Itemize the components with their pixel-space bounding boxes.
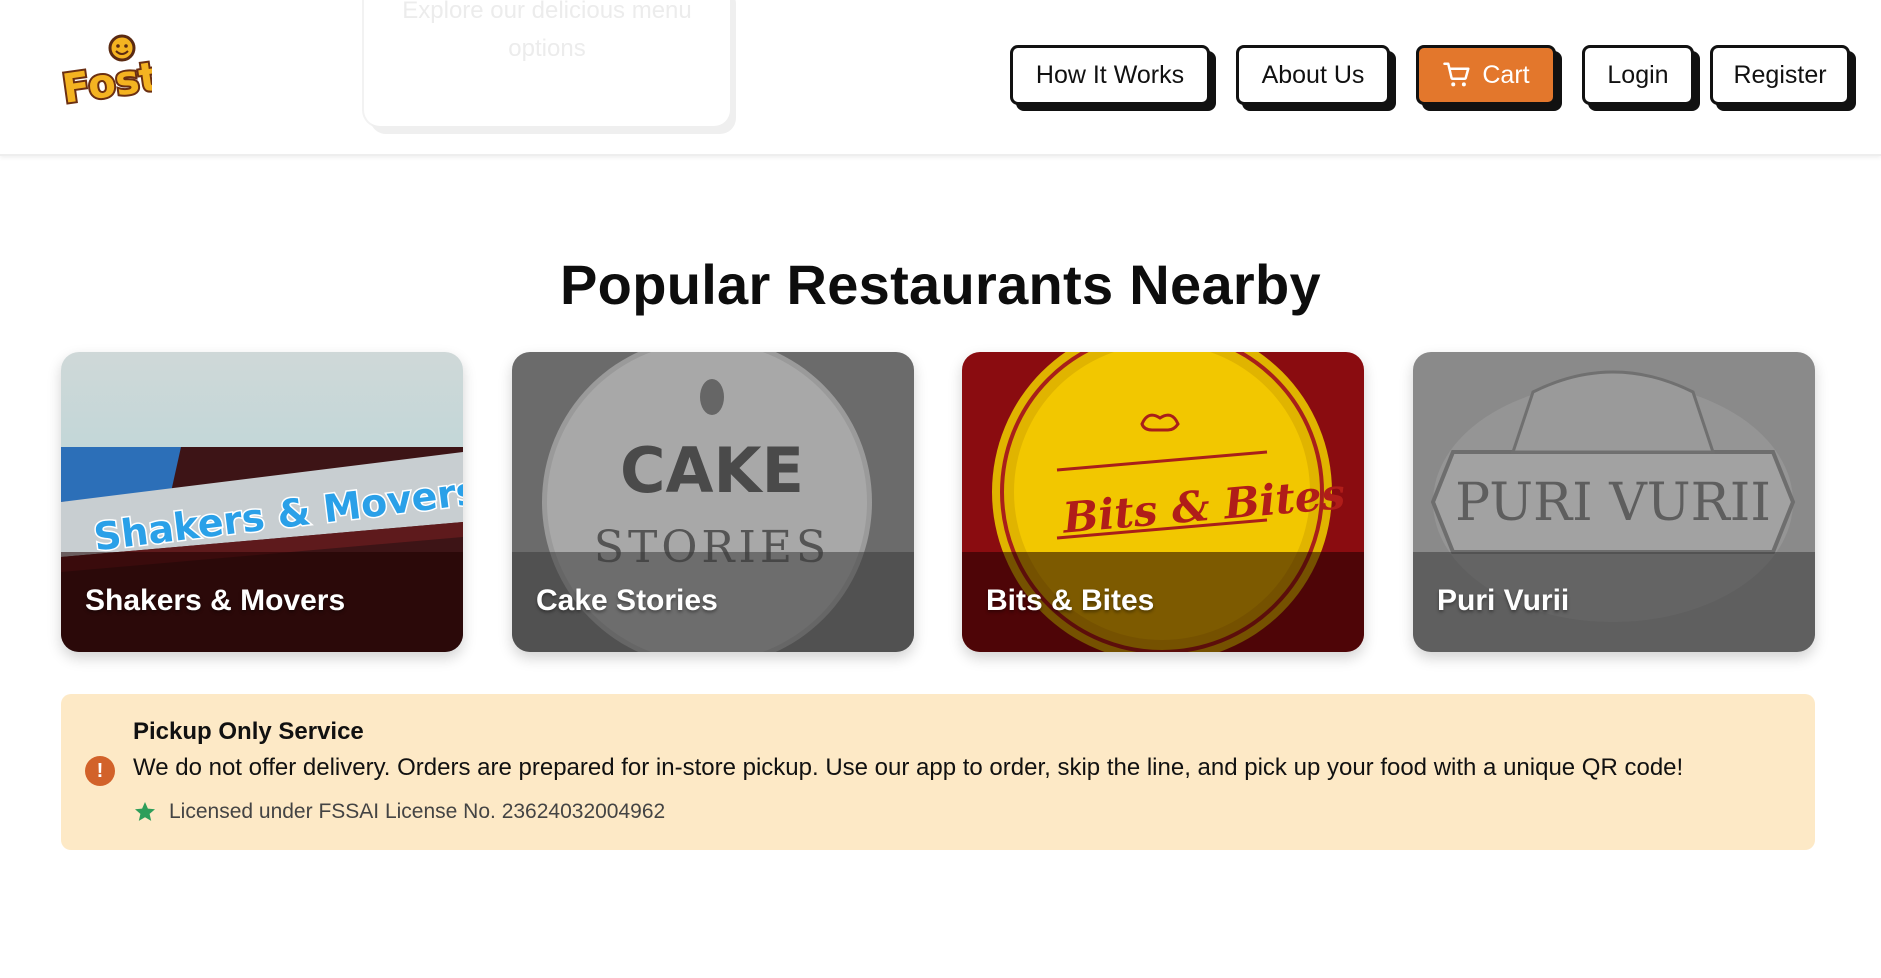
site-header: Fost Explore our delicious menu options … xyxy=(0,0,1881,156)
notice-text: We do not offer delivery. Orders are pre… xyxy=(133,754,1684,781)
restaurant-card-bits-bites[interactable]: Bits & Bites Bits & Bites xyxy=(962,352,1364,652)
restaurant-card-cake-stories[interactable]: CAKE STORIES Cake Stories xyxy=(512,352,914,652)
cart-icon xyxy=(1443,62,1470,87)
restaurant-card-puri-vurii[interactable]: PURI VURII Puri Vurii xyxy=(1413,352,1815,652)
restaurant-card-shakers-movers[interactable]: Shakers & Movers Shakers & Movers xyxy=(61,352,463,652)
license-line: Licensed under FSSAI License No. 2362403… xyxy=(133,800,665,824)
ghost-feature-card: Explore our delicious menu options xyxy=(364,0,730,126)
license-text: Licensed under FSSAI License No. 2362403… xyxy=(169,800,666,823)
login-label: Login xyxy=(1607,60,1669,89)
cart-label: Cart xyxy=(1482,60,1530,89)
about-us-button[interactable]: About Us xyxy=(1236,45,1390,105)
restaurant-name: Puri Vurii xyxy=(1437,584,1570,617)
restaurant-name: Shakers & Movers xyxy=(85,584,346,617)
svg-text:CAKE: CAKE xyxy=(620,434,804,507)
cart-button[interactable]: Cart xyxy=(1416,45,1556,105)
how-it-works-label: How It Works xyxy=(1035,60,1185,89)
about-us-label: About Us xyxy=(1261,60,1365,89)
ghost-card-text: Explore our delicious menu options xyxy=(402,0,692,62)
login-button[interactable]: Login xyxy=(1582,45,1694,105)
pickup-notice: ! Pickup Only Service We do not offer de… xyxy=(61,694,1815,850)
fost-logo[interactable]: Fost xyxy=(58,32,163,116)
svg-text:Fost: Fost xyxy=(60,54,152,113)
register-label: Register xyxy=(1733,60,1827,89)
section-title: Popular Restaurants Nearby xyxy=(560,253,1321,316)
restaurant-name: Bits & Bites xyxy=(986,584,1155,617)
register-button[interactable]: Register xyxy=(1710,45,1850,105)
star-icon xyxy=(135,802,155,821)
svg-text:PURI VURII: PURI VURII xyxy=(1455,473,1771,533)
restaurant-name: Cake Stories xyxy=(536,584,718,617)
alert-icon: ! xyxy=(85,756,115,786)
how-it-works-button[interactable]: How It Works xyxy=(1010,45,1210,105)
notice-title: Pickup Only Service xyxy=(133,718,364,745)
